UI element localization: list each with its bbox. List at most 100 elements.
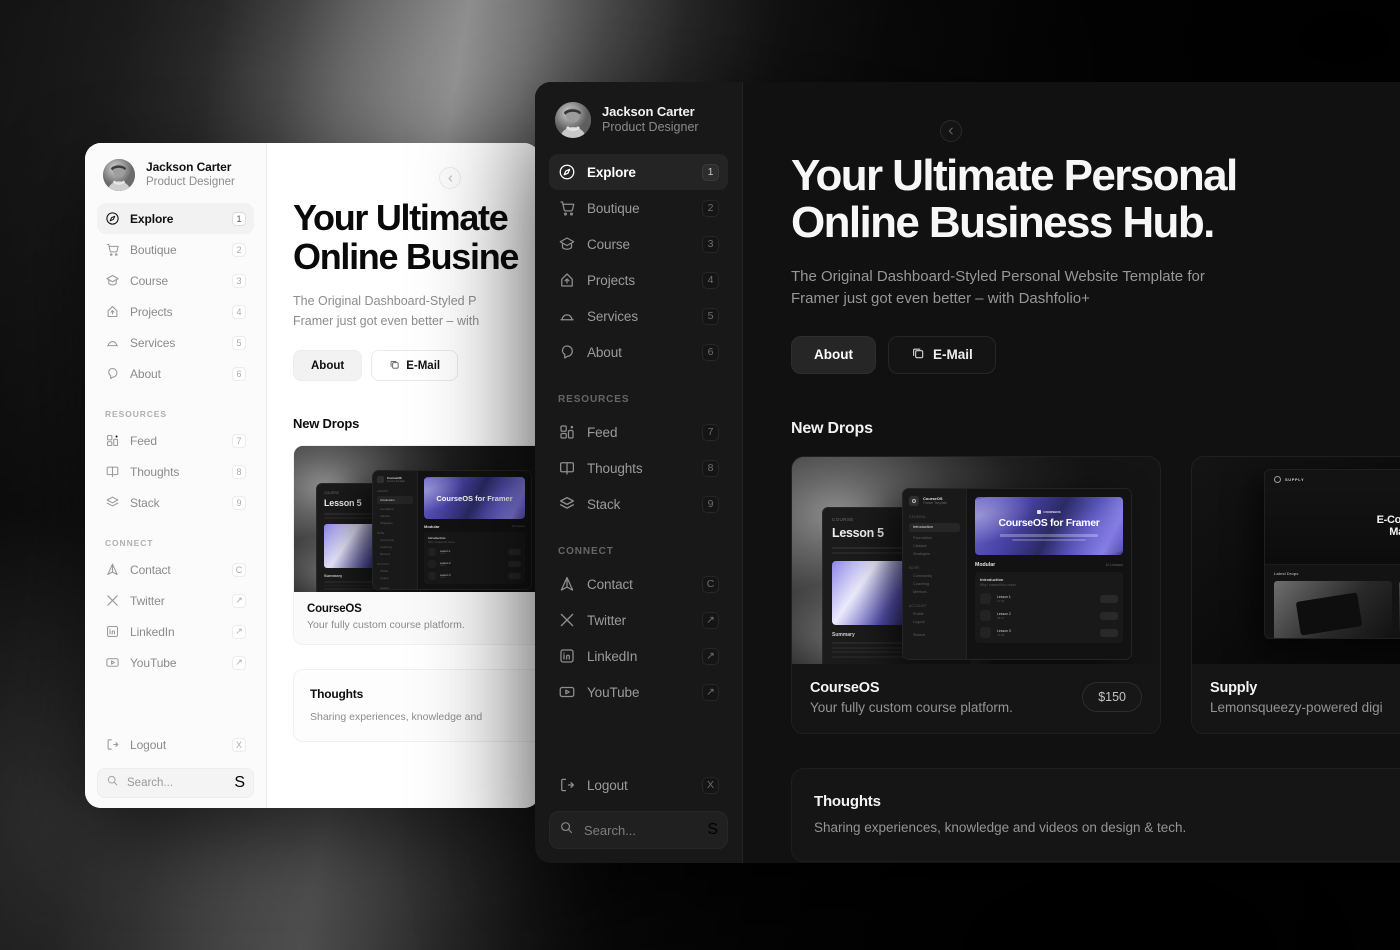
sidebar-item-label: Thoughts [130, 464, 180, 479]
sidebar-item-label: LinkedIn [587, 648, 638, 664]
search-placeholder: Search... [584, 822, 637, 838]
sidebar-item-shortcut: ↗ [232, 655, 246, 670]
sidebar-item-label: YouTube [130, 655, 177, 670]
product-card-courseos[interactable]: COURSE Lesson 5 Summary CourseOS Framer … [791, 455, 1161, 734]
profile-block[interactable]: Jackson Carter Product Designer [97, 157, 254, 191]
sidebar-item-youtube[interactable]: YouTube ↗ [549, 674, 728, 710]
thoughts-banner[interactable]: Thoughts Sharing experiences, knowledge … [791, 767, 1400, 862]
sidebar-item-contact[interactable]: Contact C [97, 554, 254, 585]
sidebar-item-shortcut: 8 [232, 464, 246, 479]
sidebar-item-course[interactable]: Course 3 [97, 265, 254, 296]
sidebar-item-shortcut: 6 [702, 343, 719, 361]
dark-nav-main: Explore 1 Boutique 2 Course 3 Projects 4… [549, 154, 728, 370]
sidebar-item-boutique[interactable]: Boutique 2 [549, 190, 728, 226]
sidebar-item-projects[interactable]: Projects 4 [97, 296, 254, 327]
profile-block[interactable]: Jackson Carter Product Designer [549, 100, 728, 138]
email-button[interactable]: E-Mail [887, 335, 996, 374]
shopping-cart-icon [558, 199, 576, 217]
speech-bubble-icon [105, 366, 120, 381]
sidebar-item-label: YouTube [587, 684, 640, 700]
page-title-line2: Online Business Hub. [791, 198, 1215, 248]
sidebar-item-stack[interactable]: Stack 9 [549, 486, 728, 522]
sidebar-item-stack[interactable]: Stack 9 [97, 487, 254, 518]
sidebar-item-contact[interactable]: Contact C [549, 566, 728, 602]
search-input[interactable]: Search... S [549, 811, 728, 849]
sidebar-item-twitter[interactable]: Twitter ↗ [97, 585, 254, 616]
logout-arrow-icon [105, 737, 120, 752]
new-drops-heading: New Drops [293, 416, 360, 432]
sidebar-item-thoughts[interactable]: Thoughts 8 [549, 450, 728, 486]
sidebar-item-thoughts[interactable]: Thoughts 8 [97, 456, 254, 487]
dark-theme-window[interactable]: Jackson Carter Product Designer Explore … [535, 82, 1400, 863]
sidebar-item-about[interactable]: About 6 [549, 334, 728, 370]
sidebar-item-course[interactable]: Course 3 [549, 226, 728, 262]
sidebar-item-shortcut: ↗ [702, 611, 719, 629]
youtube-icon [558, 683, 576, 701]
sidebar-item-shortcut: X [232, 737, 246, 752]
product-card-courseos[interactable]: COURSE Lesson 5 Summary CourseOS Framer … [293, 445, 540, 646]
sidebar-item-label: Course [587, 236, 630, 252]
bell-dome-icon [105, 335, 120, 350]
compass-icon [558, 163, 576, 181]
sidebar-item-shortcut: C [232, 562, 246, 577]
about-button[interactable]: About [791, 335, 876, 374]
sidebar-item-explore[interactable]: Explore 1 [97, 203, 254, 234]
sidebar-item-shortcut: 5 [702, 307, 719, 325]
section-heading-resources: RESOURCES [105, 409, 167, 419]
chevron-left-icon [448, 174, 452, 182]
sidebar-item-services[interactable]: Services 5 [549, 298, 728, 334]
sidebar-item-logout[interactable]: Logout X [549, 767, 728, 803]
card-description: Your fully custom course platform. [307, 619, 465, 632]
sidebar-item-shortcut: ↗ [702, 647, 719, 665]
sidebar-item-label: Course [130, 273, 169, 288]
sidebar-item-shortcut: 9 [232, 495, 246, 510]
light-theme-window[interactable]: Jackson Carter Product Designer Explore … [85, 143, 540, 808]
shopping-cart-icon [105, 242, 120, 257]
dark-card-row: COURSE Lesson 5 Summary CourseOS Framer … [791, 455, 1400, 734]
profile-role: Product Designer [602, 120, 699, 135]
sidebar-collapse-button[interactable] [940, 120, 962, 142]
search-input[interactable]: Search... S [97, 768, 254, 798]
sidebar-item-label: Services [587, 308, 638, 324]
sidebar-collapse-button[interactable] [439, 167, 461, 189]
page-title-line1: Your Ultimate [293, 197, 509, 238]
sidebar-item-services[interactable]: Services 5 [97, 327, 254, 358]
profile-name: Jackson Carter [146, 160, 232, 175]
profile-role: Product Designer [146, 176, 235, 189]
dark-hero-buttons: About E-Mail [791, 335, 1400, 374]
product-card-supply[interactable]: SUPPLY About Products E-Commerce Made fo [1191, 455, 1400, 734]
sidebar-item-shortcut: ↗ [232, 593, 246, 608]
thoughts-banner[interactable]: Thoughts Sharing experiences, knowledge … [293, 669, 540, 743]
sidebar-item-logout[interactable]: Logout X [97, 729, 254, 760]
copy-icon [389, 359, 400, 373]
light-sidebar: Jackson Carter Product Designer Explore … [85, 143, 267, 808]
sidebar-item-explore[interactable]: Explore 1 [549, 154, 728, 190]
x-twitter-icon [558, 611, 576, 629]
page-subtitle-line2: Framer just got even better – with Dashf… [791, 289, 1090, 307]
sidebar-item-shortcut: 3 [702, 235, 719, 253]
sidebar-item-shortcut: C [702, 575, 719, 593]
sidebar-item-shortcut: X [702, 776, 719, 794]
layers-icon [105, 495, 120, 510]
sidebar-item-twitter[interactable]: Twitter ↗ [549, 602, 728, 638]
sidebar-item-linkedin[interactable]: LinkedIn ↗ [97, 616, 254, 647]
sidebar-item-about[interactable]: About 6 [97, 358, 254, 389]
dark-main-content: Your Ultimate Personal Online Business H… [743, 82, 1400, 863]
graduation-cap-icon [558, 235, 576, 253]
sidebar-item-youtube[interactable]: YouTube ↗ [97, 647, 254, 678]
about-button[interactable]: About [293, 350, 363, 382]
light-main-content: Your Ultimate Online Busine The Original… [267, 143, 540, 808]
sidebar-item-projects[interactable]: Projects 4 [549, 262, 728, 298]
sidebar-item-boutique[interactable]: Boutique 2 [97, 234, 254, 265]
email-button[interactable]: E-Mail [371, 350, 459, 382]
card-title: CourseOS [810, 679, 880, 696]
sidebar-item-label: Stack [130, 495, 160, 510]
light-nav-connect: Contact C Twitter ↗ LinkedIn ↗ YouTube ↗ [97, 554, 254, 678]
sidebar-item-feed[interactable]: Feed 7 [97, 425, 254, 456]
banner-description: Sharing experiences, knowledge and [310, 711, 483, 724]
sidebar-item-label: About [130, 366, 161, 381]
sidebar-item-feed[interactable]: Feed 7 [549, 414, 728, 450]
sidebar-item-linkedin[interactable]: LinkedIn ↗ [549, 638, 728, 674]
search-icon [106, 774, 119, 792]
sidebar-item-label: Explore [587, 164, 636, 180]
